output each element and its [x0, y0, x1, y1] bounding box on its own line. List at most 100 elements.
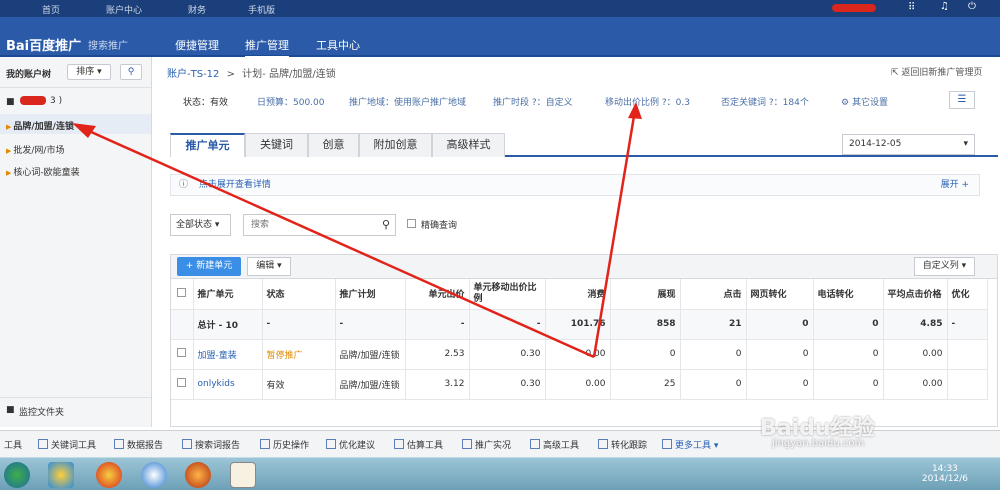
col-unit-bid[interactable]: 单元出价 — [405, 279, 470, 310]
power-icon[interactable]: ⏻ — [968, 1, 976, 12]
tab-units[interactable]: 推广单元 — [170, 133, 245, 157]
conversion-icon — [598, 439, 608, 449]
exact-query-checkbox[interactable] — [407, 219, 416, 228]
tool-conversion[interactable]: 转化跟踪 — [598, 438, 647, 451]
tool-keywords[interactable]: 关键词工具 — [38, 438, 96, 451]
col-unit[interactable]: 推广单元 — [193, 279, 263, 310]
tab-creatives[interactable]: 创意 — [308, 133, 359, 157]
expand-button[interactable]: 展开 + — [941, 175, 969, 195]
info-icon: ⓘ — [179, 180, 189, 190]
unit-name-link[interactable]: onlykids — [193, 369, 263, 400]
paint-icon[interactable] — [230, 462, 256, 488]
history-icon — [260, 439, 270, 449]
main-header: Bai百度推广 搜索推广 便捷管理 推广管理 工具中心 — [0, 17, 1000, 58]
status-filter[interactable]: 全部状态 ▾ — [170, 214, 231, 236]
back-old-page-link[interactable]: ⇱ 返回旧新推广管理页 — [891, 65, 982, 78]
units-table: 推广单元 状态 推广计划 单元出价 单元移动出价比例 消费 展现 点击 网页转化… — [171, 279, 988, 400]
watermark-url: jingyan.baidu.com — [772, 438, 865, 449]
live-icon — [462, 439, 472, 449]
col-web-conv[interactable]: 网页转化 — [746, 279, 814, 310]
nav-quick-manage[interactable]: 便捷管理 — [175, 37, 219, 53]
col-impressions[interactable]: 展现 — [610, 279, 681, 310]
chrome-icon[interactable] — [96, 462, 122, 488]
unit-name-link[interactable]: 加盟-童装 — [193, 339, 263, 370]
tool-history[interactable]: 历史操作 — [260, 438, 309, 451]
chevron-down-icon: ▾ — [963, 139, 968, 149]
baidu-logo: Bai百度推广 — [6, 39, 82, 54]
edit-dropdown[interactable]: 编辑 ▾ — [247, 257, 291, 276]
tree-item-wholesale[interactable]: ▶ 批发/网/市场 — [6, 143, 64, 156]
col-status[interactable]: 状态 — [262, 279, 336, 310]
nav-tool-center[interactable]: 工具中心 — [316, 37, 360, 53]
search-icon[interactable]: ⚲ — [382, 218, 390, 231]
select-all-checkbox — [177, 287, 187, 297]
custom-columns-dropdown[interactable]: 自定义列 ▾ — [914, 257, 975, 276]
bell-icon[interactable]: ♫ — [940, 1, 949, 12]
col-avg-cpc[interactable]: 平均点击价格 — [883, 279, 948, 310]
tab-keywords[interactable]: 关键词 — [245, 133, 308, 157]
col-optimize[interactable]: 优化 — [947, 279, 988, 310]
tool-search-report[interactable]: 搜索词报告 — [182, 438, 240, 451]
tool-advanced[interactable]: 高级工具 — [530, 438, 579, 451]
new-unit-button[interactable]: + 新建单元 — [177, 257, 241, 276]
expand-details-link[interactable]: 点击展开查看详情 — [199, 180, 271, 190]
row-checkbox[interactable] — [177, 378, 187, 387]
apps-grid-icon[interactable]: ⠿ — [908, 2, 915, 13]
redacted-username — [832, 4, 876, 12]
monitor-folder[interactable]: 监控文件夹 — [19, 405, 64, 418]
app-icon[interactable] — [48, 462, 74, 488]
daily-budget[interactable]: 日预算：500.00 — [257, 95, 325, 108]
tree-item-core-keywords[interactable]: ▶ 核心词-欧能童装 — [6, 165, 80, 178]
sidebar-title: 我的账户树 — [6, 70, 52, 80]
table-row: onlykids 有效 品牌/加盟/连锁 3.12 0.30 0.00 25 0… — [171, 369, 988, 400]
tab-extra-creatives[interactable]: 附加创意 — [359, 133, 432, 157]
col-phone-conv[interactable]: 电话转化 — [813, 279, 884, 310]
main-content: 账户-TS-12 > 计划- 品牌/加盟/连锁 ⇱ 返回旧新推广管理页 状态：有… — [153, 57, 1000, 427]
ie-icon[interactable] — [141, 462, 167, 488]
firefox-icon[interactable] — [185, 462, 211, 488]
nav-promotion-manage[interactable]: 推广管理 — [245, 37, 289, 58]
top-link-account[interactable]: 账户中心 — [106, 3, 142, 16]
breadcrumb-account[interactable]: 账户-TS-12 — [167, 69, 219, 80]
promo-period[interactable]: 推广时段 ?：自定义 — [493, 95, 573, 108]
list-view-icon[interactable]: ☰ — [949, 91, 975, 109]
tools-label: 工具 — [4, 441, 23, 451]
col-plan[interactable]: 推广计划 — [335, 279, 406, 310]
col-mobile-ratio[interactable]: 单元移动出价比例 — [469, 279, 546, 310]
other-settings[interactable]: ⚙ 其它设置 — [841, 95, 888, 108]
pin-icon[interactable]: ⚲ — [120, 64, 142, 80]
keyword-tool-icon — [38, 439, 48, 449]
tool-estimate[interactable]: 估算工具 — [394, 438, 443, 451]
date-picker[interactable]: 2014-12-05 ▾ — [842, 134, 975, 155]
grid-icon: ■ — [6, 97, 15, 107]
row-checkbox[interactable] — [177, 348, 187, 357]
tool-more[interactable]: 更多工具 ▾ — [662, 438, 718, 451]
plan-status: 状态：有效 — [183, 98, 229, 108]
col-cost[interactable]: 消费 — [545, 279, 611, 310]
units-table-panel: + 新建单元 编辑 ▾ 自定义列 ▾ 推广单元 状态 推广计划 单元出价 单元移… — [170, 254, 998, 427]
search-input[interactable] — [249, 216, 369, 234]
mobile-bid-ratio[interactable]: 移动出价比例 ?：0.3 — [605, 95, 690, 108]
tree-item-brand-franchise[interactable]: ▶ 品牌/加盟/连锁 — [6, 119, 74, 132]
promo-region[interactable]: 推广地域：使用账户推广地域 — [349, 95, 466, 108]
tab-advanced-style[interactable]: 高级样式 — [432, 133, 505, 157]
product-name: 搜索推广 — [88, 41, 128, 52]
start-button-icon[interactable] — [4, 462, 30, 488]
redacted-account-name — [20, 96, 46, 105]
col-clicks[interactable]: 点击 — [680, 279, 747, 310]
account-count: 3 ) — [50, 96, 63, 106]
top-link-home[interactable]: 首页 — [42, 3, 60, 16]
tool-live[interactable]: 推广实况 — [462, 438, 511, 451]
monitor-grid-icon: ■ — [6, 405, 15, 415]
search-box[interactable]: ⚲ — [243, 214, 396, 236]
breadcrumb: 账户-TS-12 > 计划- 品牌/加盟/连锁 — [167, 69, 336, 80]
negative-keywords[interactable]: 否定关键词 ?：184个 — [721, 95, 809, 108]
top-link-mobile[interactable]: 手机版 — [248, 3, 275, 16]
tool-data-report[interactable]: 数据报告 — [114, 438, 163, 451]
sort-button[interactable]: 排序 ▾ — [67, 64, 111, 80]
top-link-finance[interactable]: 财务 — [188, 3, 206, 16]
clock-time: 14:33 — [931, 464, 958, 474]
tool-optimize[interactable]: 优化建议 — [326, 438, 375, 451]
system-clock[interactable]: 14:33 2014/12/6 — [922, 464, 968, 484]
clock-date: 2014/12/6 — [921, 474, 968, 484]
